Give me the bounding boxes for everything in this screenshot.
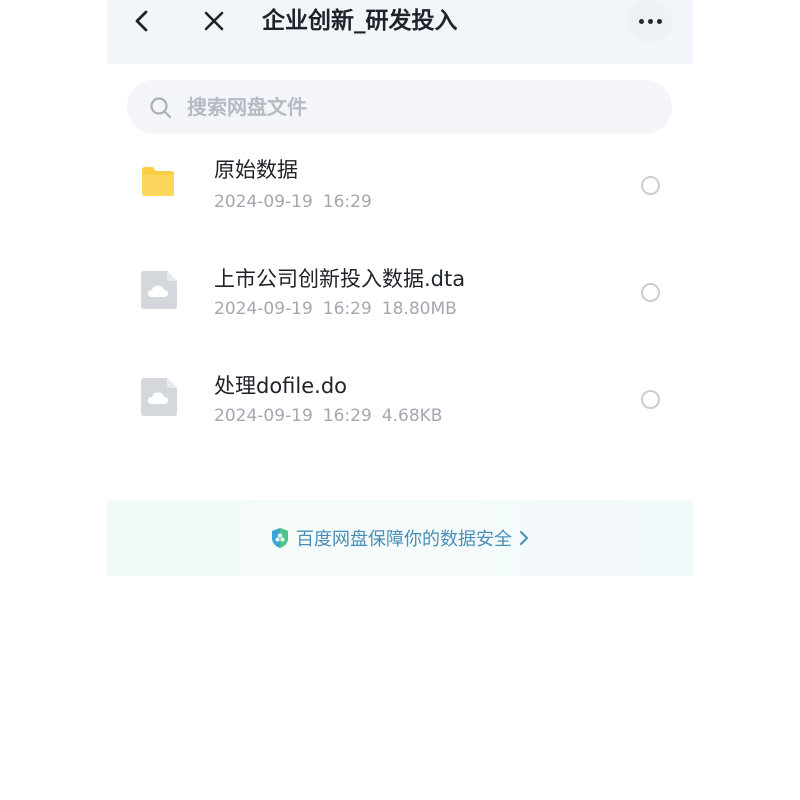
select-checkbox[interactable]: [641, 283, 660, 302]
search-bar[interactable]: [127, 80, 672, 134]
search-icon: [150, 97, 172, 119]
close-icon: [204, 11, 224, 31]
file-time: 16:29: [322, 192, 372, 212]
select-checkbox[interactable]: [641, 176, 660, 195]
file-name: 原始数据: [214, 158, 298, 182]
file-size: 4.68KB: [381, 406, 443, 426]
file-row[interactable]: 上市公司创新投入数据.dta 2024-09-19 16:29 18.80MB: [107, 243, 693, 343]
file-name: 上市公司创新投入数据.dta: [214, 267, 466, 291]
file-date: 2024-09-19: [214, 299, 313, 319]
shield-icon: [272, 528, 288, 548]
file-meta: 2024-09-19 16:29 4.68KB: [214, 406, 452, 426]
file-date: 2024-09-19: [214, 192, 313, 212]
file-meta: 2024-09-19 16:29: [214, 192, 382, 212]
cloud-file-icon: [141, 378, 177, 416]
search-input[interactable]: [187, 80, 657, 134]
file-row[interactable]: 原始数据 2024-09-19 16:29: [107, 136, 693, 236]
file-row[interactable]: 处理dofile.do 2024-09-19 16:29 4.68KB: [107, 350, 693, 450]
page-title: 企业创新_研发投入: [262, 8, 458, 34]
file-time: 16:29: [322, 406, 372, 426]
file-browser-screen: 企业创新_研发投入 原始数据 2024-09-19 16:29: [107, 0, 693, 800]
top-bar: 企业创新_研发投入: [107, 0, 693, 64]
more-horizontal-icon: [638, 18, 644, 24]
security-text: 百度网盘保障你的数据安全: [296, 529, 512, 550]
select-checkbox[interactable]: [641, 390, 660, 409]
more-button[interactable]: [627, 0, 673, 42]
close-button[interactable]: [199, 4, 229, 38]
file-size: 18.80MB: [381, 299, 457, 319]
folder-icon: [142, 167, 174, 196]
security-banner[interactable]: 百度网盘保障你的数据安全: [107, 500, 693, 576]
cloud-file-icon: [141, 271, 177, 309]
file-time: 16:29: [322, 299, 372, 319]
file-meta: 2024-09-19 16:29 18.80MB: [214, 299, 467, 319]
chevron-left-icon: [135, 10, 148, 32]
file-name: 处理dofile.do: [214, 374, 348, 398]
back-button[interactable]: [127, 4, 157, 38]
file-date: 2024-09-19: [214, 406, 313, 426]
chevron-right-icon: [520, 531, 528, 545]
